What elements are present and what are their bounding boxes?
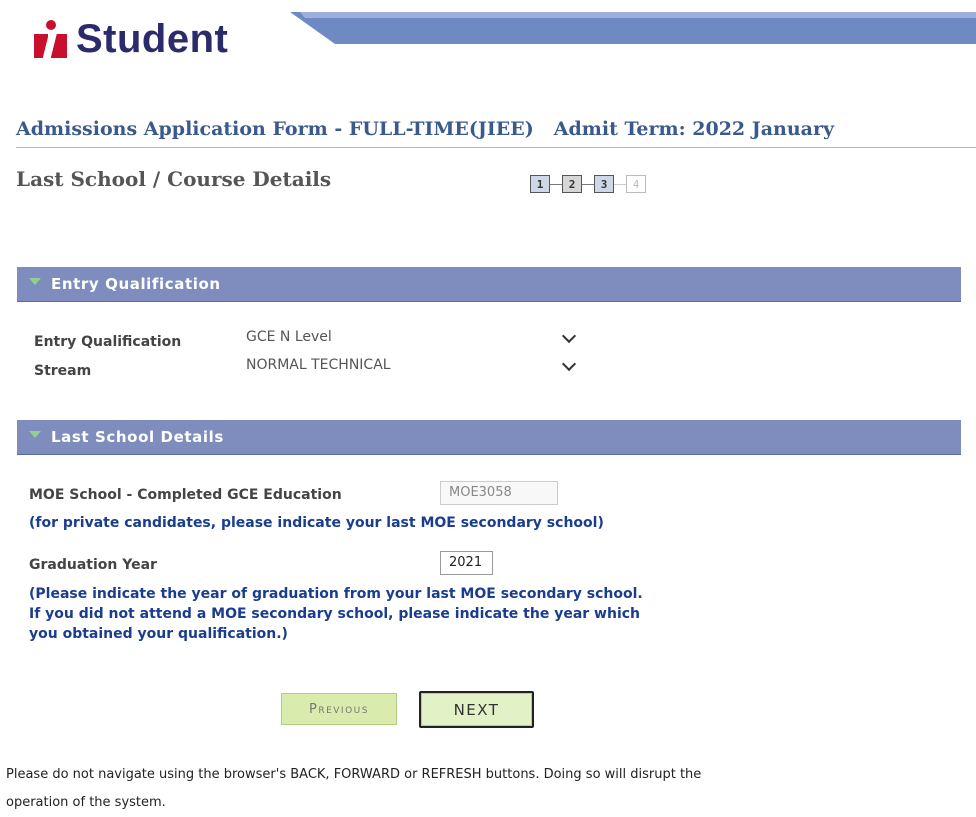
graduation-year-label: Graduation Year <box>29 557 157 573</box>
step-2: 2 <box>562 175 582 193</box>
student-logo: Student <box>34 14 228 64</box>
step-3[interactable]: 3 <box>594 175 614 193</box>
chevron-down-icon[interactable] <box>561 356 577 372</box>
last-school-header-label: Last School Details <box>51 428 224 446</box>
last-school-header[interactable]: Last School Details <box>17 420 961 455</box>
logo-icon <box>34 20 70 58</box>
page-subtitle: Last School / Course Details <box>16 167 332 191</box>
step-4: 4 <box>626 175 646 193</box>
chevron-down-icon[interactable] <box>561 328 577 344</box>
collapse-triangle-icon <box>29 430 41 438</box>
stream-label: Stream <box>34 363 92 379</box>
moe-school-field: MOE3058 <box>440 481 558 505</box>
entry-qualification-header-label: Entry Qualification <box>51 275 221 293</box>
entry-qualification-header[interactable]: Entry Qualification <box>17 267 961 302</box>
form-title: Admissions Application Form - FULL-TIME(… <box>16 118 534 140</box>
graduation-year-note-3: you obtained your qualification.) <box>29 626 288 642</box>
navigation-warning-line-2: operation of the system. <box>6 795 166 810</box>
stream-select[interactable]: NORMAL TECHNICAL <box>246 357 391 373</box>
previous-button[interactable]: Previous <box>281 693 397 725</box>
logo-text: Student <box>76 16 229 61</box>
page-title: Admissions Application Form - FULL-TIME(… <box>16 118 976 148</box>
header-banner-highlight <box>300 12 976 18</box>
entry-qualification-label: Entry Qualification <box>34 334 182 350</box>
moe-school-note: (for private candidates, please indicate… <box>29 515 604 531</box>
graduation-year-field[interactable]: 2021 <box>440 551 493 575</box>
moe-school-label: MOE School - Completed GCE Education <box>29 487 342 503</box>
navigation-warning-line-1: Please do not navigate using the browser… <box>6 767 702 782</box>
next-button[interactable]: NEXT <box>419 691 534 728</box>
step-1[interactable]: 1 <box>530 175 550 193</box>
entry-qualification-select[interactable]: GCE N Level <box>246 329 332 345</box>
admit-term: Admit Term: 2022 January <box>553 118 835 140</box>
step-indicator: 1 2 3 4 <box>530 175 646 193</box>
graduation-year-note-1: (Please indicate the year of graduation … <box>29 586 643 602</box>
collapse-triangle-icon <box>29 277 41 285</box>
graduation-year-note-2: If you did not attend a MOE secondary sc… <box>29 606 641 622</box>
